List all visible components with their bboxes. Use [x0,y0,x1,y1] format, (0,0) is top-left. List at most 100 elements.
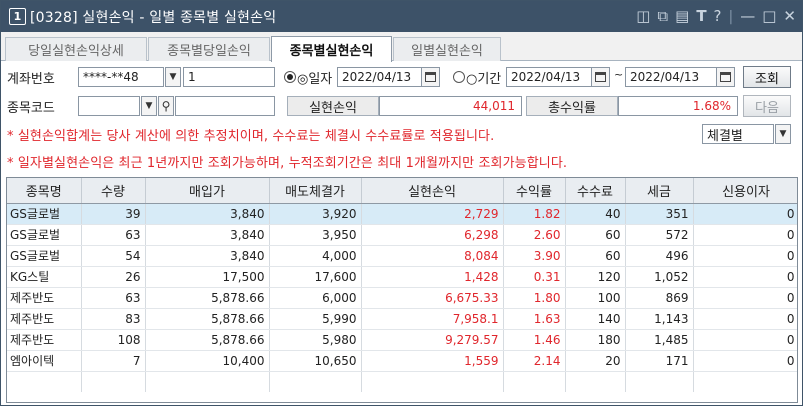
stock-name-field[interactable] [175,96,275,116]
filter-dropdown-button[interactable]: ▼ [775,124,791,144]
table-cell: 1,428 [361,266,504,288]
table-cell: 4,000 [269,245,362,267]
table-cell: 0 [693,266,797,288]
table-cell: 869 [625,287,694,309]
search-button[interactable]: 조회 [743,66,791,88]
help-icon[interactable]: ? [714,9,722,24]
account-number-field[interactable]: ****-**48 [78,67,164,87]
calendar-icon[interactable] [421,68,439,86]
table-cell: 171 [625,350,694,372]
column-header[interactable]: 수익률 [503,178,566,204]
table-cell: 1.82 [503,203,566,225]
stock-code-field[interactable] [78,96,140,116]
table-cell: 0.31 [503,266,566,288]
period-from-field[interactable]: 2022/04/13 [506,67,610,87]
table-row[interactable]: GS글로벌 39 3,840 3,920 2,729 1.82 40 351 0 [7,203,797,225]
table-cell: 1,052 [625,266,694,288]
table-cell: 5,990 [269,308,362,330]
period-to-field[interactable]: 2022/04/13 [625,67,735,87]
column-header[interactable]: 신용이자 [693,178,797,204]
font-icon[interactable]: T [696,9,706,24]
table-cell: 60 [565,245,626,267]
table-cell-empty [565,371,626,392]
tab-stock-realized-pnl[interactable]: 종목별실현손익 [271,36,392,62]
next-button[interactable]: 다음 [743,95,791,117]
table-row[interactable]: GS글로벌 54 3,840 4,000 8,084 3.90 60 496 0 [7,245,797,267]
maximize-icon[interactable]: □ [762,9,776,24]
column-header[interactable]: 수량 [81,178,146,204]
table-cell: 2.60 [503,224,566,246]
table-cell: 140 [565,308,626,330]
table-cell: 1,143 [625,308,694,330]
window-number-badge: 1 [9,8,26,25]
layout-icon[interactable]: ◫ [636,9,650,24]
table-row-empty [7,371,797,392]
table-cell: 0 [693,308,797,330]
notice-estimate: * 실현손익합계는 당사 계산에 의한 추정치이며, 수수료는 체결시 수수료률… [7,129,495,144]
table-cell: 1.46 [503,329,566,351]
column-header[interactable]: 수수료 [565,178,626,204]
table-header-row: 종목명 수량 매입가 매도체결가 실현손익 수익률 수수료 세금 신용이자 [7,178,797,204]
window: 1 [0328] 실현손익 - 일별 종목별 실현손익 ◫ ⧉ ▤ T ? | … [0,0,803,406]
table-cell: 2.14 [503,350,566,372]
table-cell: 120 [565,266,626,288]
radio-date[interactable] [284,71,296,83]
table-row[interactable]: 제주반도 83 5,878.66 5,990 7,958.1 1.63 140 1,143 0 [7,308,797,330]
stock-code-dropdown-button[interactable]: ▼ [141,96,157,116]
tab-daily-realized-detail[interactable]: 당일실현손익상세 [5,37,147,61]
total-return-value: 1.68% [618,96,738,116]
table-cell: 5,980 [269,329,362,351]
stock-search-button[interactable]: ⚲ [158,96,174,116]
copy-icon[interactable]: ⧉ [657,9,668,24]
table-cell: 3.90 [503,245,566,267]
title-bar[interactable]: 1 [0328] 실현손익 - 일별 종목별 실현손익 ◫ ⧉ ▤ T ? | … [1,1,802,32]
table-cell: 7,958.1 [361,308,504,330]
account-label: 계좌번호 [7,72,55,87]
column-header[interactable]: 종목명 [7,178,82,204]
title-bar-controls: ◫ ⧉ ▤ T ? | — □ ✕ [636,1,796,32]
calendar-icon[interactable] [591,68,609,86]
table-cell: 3,950 [269,224,362,246]
account-dropdown-button[interactable]: ▼ [165,67,181,87]
table-cell: 100 [565,287,626,309]
table-row[interactable]: 제주반도 108 5,878.66 5,980 9,279.57 1.46 180 1,485… [7,329,797,351]
table-cell: 3,840 [145,245,270,267]
table-cell: 6,675.33 [361,287,504,309]
pin-icon[interactable]: ▤ [675,9,689,24]
table-cell: 1,559 [361,350,504,372]
table-row[interactable]: KG스틸 26 17,500 17,600 1,428 0.31 120 1,052 0 [7,266,797,288]
account-sub-field[interactable]: 1 [183,67,275,87]
period-from-value: 2022/04/13 [511,70,581,84]
table-cell: 0 [693,350,797,372]
column-header[interactable]: 실현손익 [361,178,504,204]
radio-period-label: ○기간 [466,72,502,87]
realized-pnl-table[interactable]: 종목명 수량 매입가 매도체결가 실현손익 수익률 수수료 세금 신용이자 GS글로벌 39 3,8… [6,177,798,403]
period-to-value: 2022/04/13 [630,70,700,84]
table-cell: 1,485 [625,329,694,351]
filter-select[interactable]: 체결별 [702,124,774,144]
table-row[interactable]: GS글로벌 63 3,840 3,950 6,298 2.60 60 572 0 [7,224,797,246]
minimize-icon[interactable]: — [740,9,755,24]
date-single-field[interactable]: 2022/04/13 [337,67,440,87]
close-icon[interactable]: ✕ [783,9,796,24]
column-header[interactable]: 매도체결가 [269,178,362,204]
tab-daily-realized-pnl[interactable]: 일별실현손익 [393,37,501,61]
date-single-value: 2022/04/13 [342,70,412,84]
table-cell: 180 [565,329,626,351]
table-cell: 8,084 [361,245,504,267]
table-row[interactable]: 제주반도 63 5,878.66 6,000 6,675.33 1.80 100 869 0 [7,287,797,309]
calendar-icon[interactable] [716,68,734,86]
table-cell: 5,878.66 [145,329,270,351]
radio-period[interactable] [453,71,465,83]
table-cell: 20 [565,350,626,372]
chevron-down-icon: ▼ [779,129,787,139]
table-cell-empty [503,371,566,392]
search-icon: ⚲ [161,99,171,113]
table-cell: 496 [625,245,694,267]
column-header[interactable]: 세금 [625,178,694,204]
period-separator: ~ [614,68,624,81]
table-row[interactable]: 엠아이텍 7 10,400 10,650 1,559 2.14 20 171 0 [7,350,797,372]
column-header[interactable]: 매입가 [145,178,270,204]
tab-stock-daily-pnl[interactable]: 종목별당일손익 [148,37,270,61]
table-cell: 54 [81,245,146,267]
